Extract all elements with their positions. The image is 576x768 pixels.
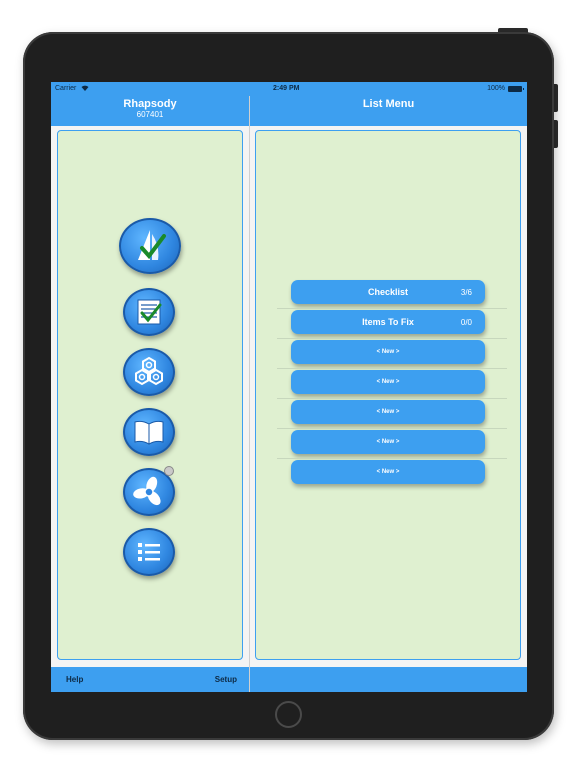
- list-item-label: < New >: [376, 439, 400, 445]
- battery-percent: 100%: [487, 85, 505, 92]
- row-separator: [277, 308, 507, 309]
- row-separator: [277, 458, 507, 459]
- list-item-count: 3/6: [460, 288, 472, 297]
- list-item-label: < New >: [376, 379, 400, 385]
- parts-button[interactable]: [123, 348, 175, 396]
- checklist-icon: [137, 299, 162, 325]
- setup-button[interactable]: Setup: [215, 675, 237, 684]
- right-panel: [255, 130, 521, 660]
- status-bar: Carrier 2:49 PM 100%: [51, 82, 527, 96]
- checklist-button[interactable]: [123, 288, 175, 336]
- manual-button[interactable]: [123, 408, 175, 456]
- list-item-new-1[interactable]: < New >: [291, 340, 485, 364]
- list-item-label: Items To Fix: [362, 317, 414, 327]
- list-item-new-3[interactable]: < New >: [291, 400, 485, 424]
- row-separator: [277, 398, 507, 399]
- battery-icon: [508, 86, 524, 92]
- wifi-icon: [81, 85, 89, 91]
- engine-status-dot: [164, 466, 174, 476]
- list-item-new-5[interactable]: < New >: [291, 460, 485, 484]
- split-divider: [249, 96, 250, 692]
- page-title: List Menu: [362, 98, 415, 110]
- row-separator: [277, 368, 507, 369]
- list-item-label: < New >: [376, 349, 400, 355]
- list-item-count: 0/0: [460, 318, 472, 327]
- boat-number: 607401: [136, 110, 164, 119]
- list-item-checklist[interactable]: Checklist 3/6: [291, 280, 485, 304]
- row-separator: [277, 338, 507, 339]
- right-toolbar: [250, 667, 527, 692]
- list-item-label: Checklist: [367, 287, 409, 297]
- list-item-label: < New >: [376, 469, 400, 475]
- home-button[interactable]: [275, 701, 302, 728]
- list-item-label: < New >: [376, 409, 400, 415]
- row-separator: [277, 428, 507, 429]
- app-screen: Carrier 2:49 PM 100% Rhapsody 607401 Lis…: [51, 82, 527, 692]
- list-item-new-2[interactable]: < New >: [291, 370, 485, 394]
- carrier-label: Carrier: [55, 85, 77, 92]
- sailboat-check-icon: [138, 230, 166, 260]
- left-nav-bar: Rhapsody 607401: [51, 96, 249, 126]
- sailboat-check-button[interactable]: [119, 218, 181, 274]
- propeller-icon: [133, 476, 161, 506]
- left-toolbar: Help Setup: [51, 667, 249, 692]
- hex-nuts-icon: [135, 356, 163, 386]
- open-book-icon: [134, 420, 164, 445]
- right-nav-bar: List Menu: [250, 96, 527, 126]
- boat-name: Rhapsody: [123, 98, 177, 110]
- list-icon: [138, 543, 160, 561]
- list-item-items-to-fix[interactable]: Items To Fix 0/0: [291, 310, 485, 334]
- help-button[interactable]: Help: [66, 675, 83, 684]
- status-time: 2:49 PM: [273, 85, 300, 92]
- list-item-new-4[interactable]: < New >: [291, 430, 485, 454]
- lists-button[interactable]: [123, 528, 175, 576]
